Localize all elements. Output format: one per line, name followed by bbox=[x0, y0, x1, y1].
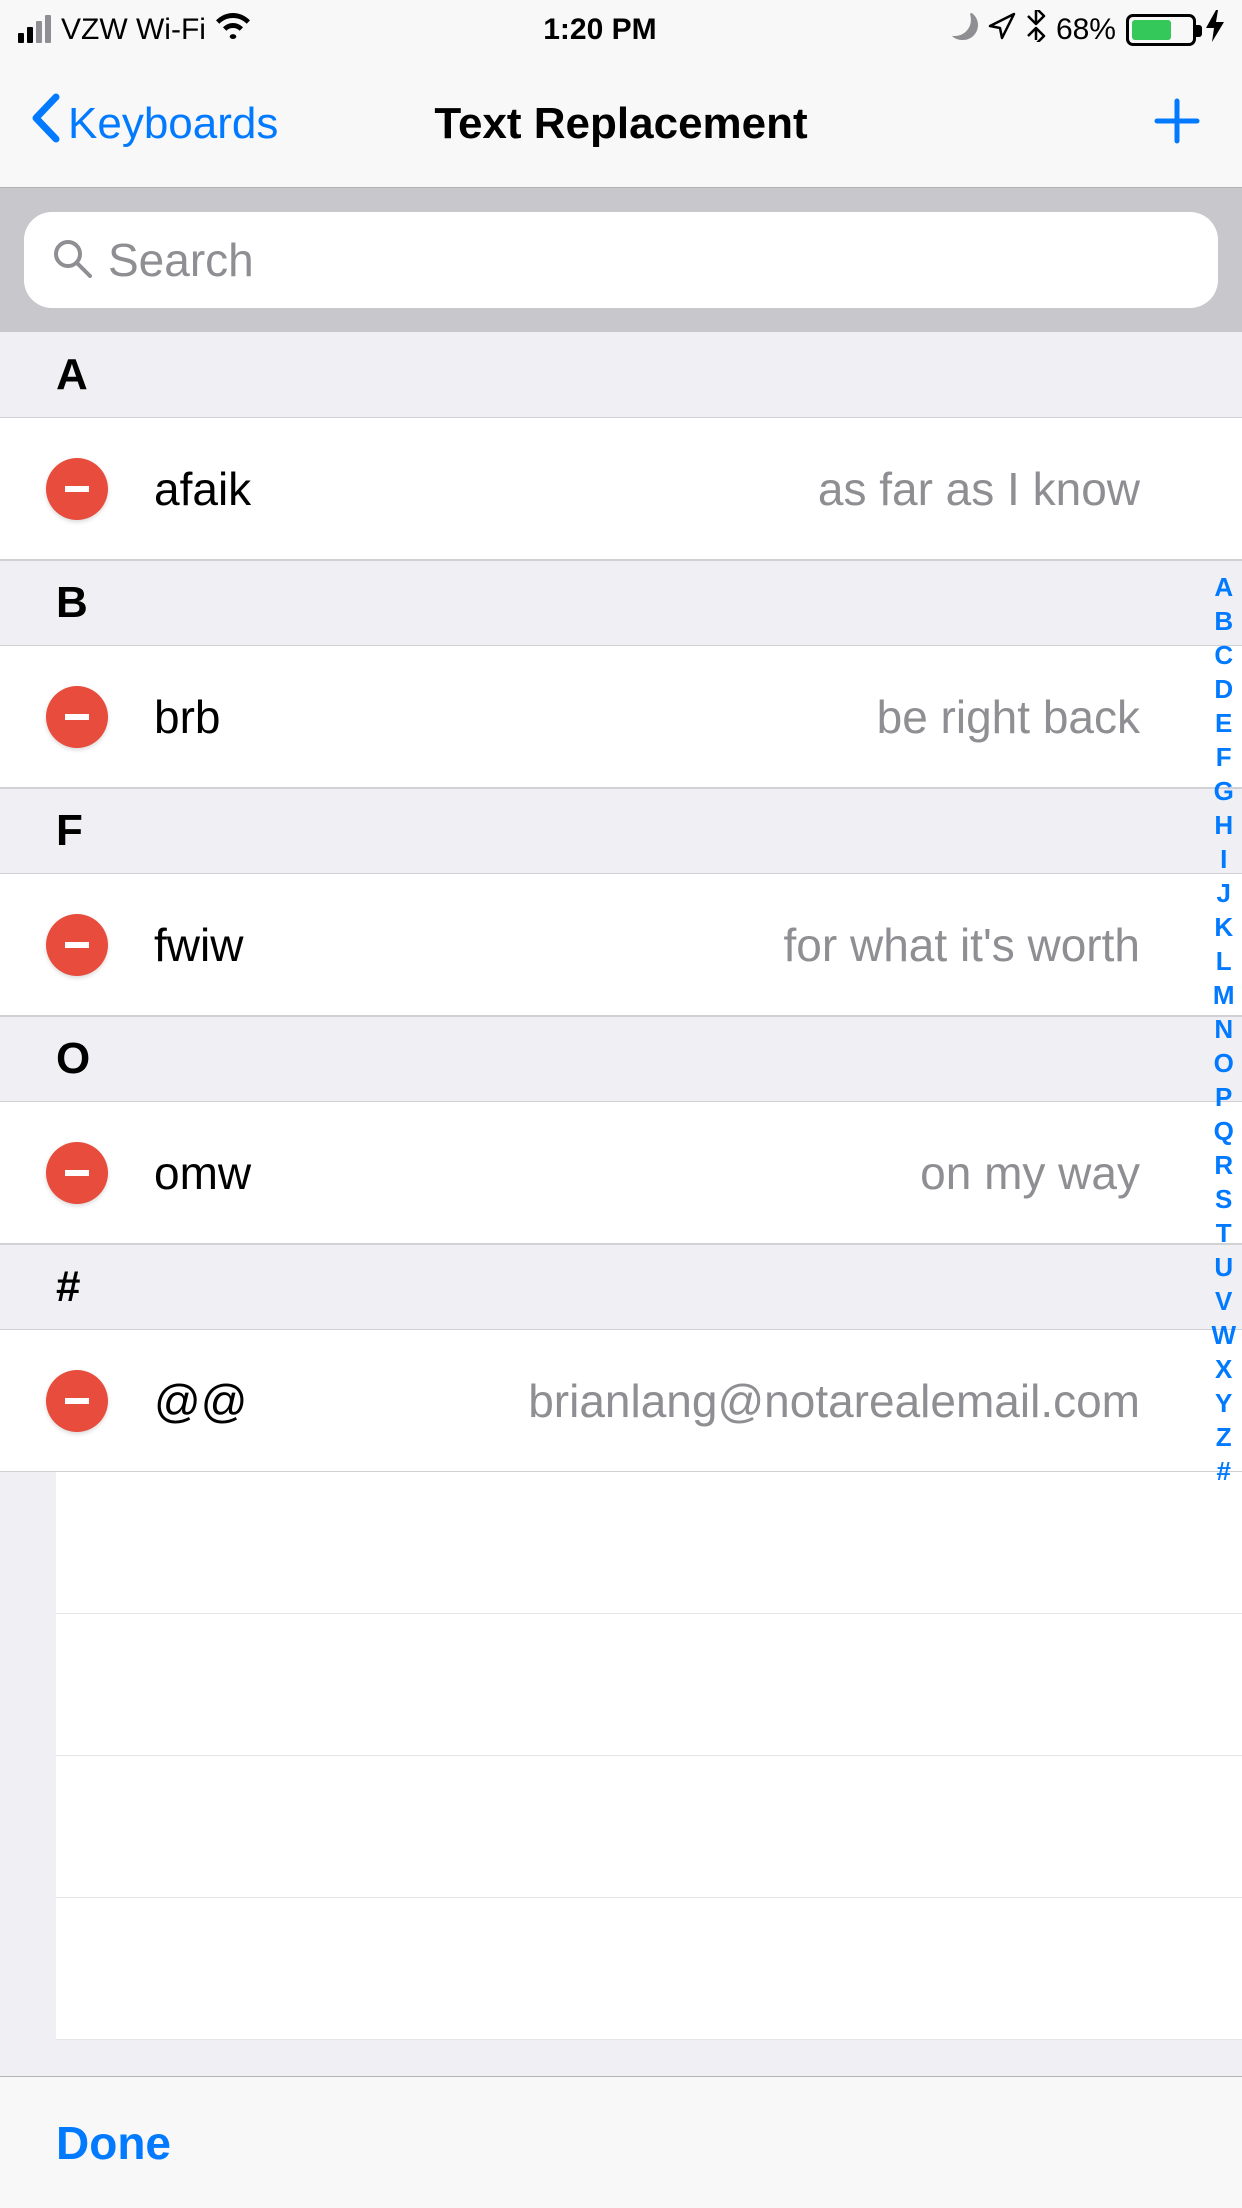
charging-icon bbox=[1206, 10, 1224, 50]
index-letter[interactable]: K bbox=[1214, 912, 1233, 946]
phrase-text: for what it's worth bbox=[784, 918, 1186, 972]
done-button[interactable]: Done bbox=[56, 2116, 171, 2170]
index-letter[interactable]: O bbox=[1214, 1048, 1234, 1082]
plus-icon bbox=[1152, 96, 1202, 146]
back-button[interactable]: Keyboards bbox=[30, 93, 278, 154]
section-header: A bbox=[0, 332, 1242, 418]
blank-row bbox=[56, 1614, 1242, 1756]
table-row[interactable]: omw on my way bbox=[0, 1102, 1242, 1244]
index-letter[interactable]: R bbox=[1214, 1150, 1233, 1184]
empty-rows bbox=[0, 1472, 1242, 2040]
bluetooth-icon bbox=[1026, 10, 1046, 50]
delete-button[interactable] bbox=[46, 686, 108, 748]
section-header: B bbox=[0, 560, 1242, 646]
index-letter[interactable]: Y bbox=[1215, 1388, 1232, 1422]
status-left: VZW Wi-Fi bbox=[18, 13, 250, 47]
do-not-disturb-icon bbox=[950, 12, 978, 48]
status-right: 68% bbox=[950, 10, 1224, 50]
minus-icon bbox=[59, 927, 95, 963]
bottom-toolbar: Done bbox=[0, 2076, 1242, 2208]
search-field[interactable] bbox=[24, 212, 1218, 308]
shortcut-text: @@ bbox=[154, 1374, 247, 1428]
clock: 1:20 PM bbox=[543, 13, 656, 47]
delete-button[interactable] bbox=[46, 1142, 108, 1204]
search-input[interactable] bbox=[108, 233, 1190, 287]
nav-bar: Keyboards Text Replacement bbox=[0, 60, 1242, 188]
minus-icon bbox=[59, 699, 95, 735]
section-key: F bbox=[56, 806, 83, 856]
section-header: F bbox=[0, 788, 1242, 874]
shortcut-text: brb bbox=[154, 690, 220, 744]
phrase-text: be right back bbox=[877, 690, 1186, 744]
section-header: O bbox=[0, 1016, 1242, 1102]
section-key: B bbox=[56, 578, 88, 628]
carrier-label: VZW Wi-Fi bbox=[61, 13, 206, 47]
index-letter[interactable]: N bbox=[1214, 1014, 1233, 1048]
index-letter[interactable]: A bbox=[1214, 572, 1233, 606]
signal-icon bbox=[18, 17, 51, 43]
index-letter[interactable]: C bbox=[1214, 640, 1233, 674]
blank-row bbox=[56, 1472, 1242, 1614]
battery-icon bbox=[1126, 14, 1196, 46]
replacements-table: A afaik as far as I know B brb be right … bbox=[0, 332, 1242, 2040]
minus-icon bbox=[59, 1383, 95, 1419]
index-letter[interactable]: G bbox=[1214, 776, 1234, 810]
index-letter[interactable]: V bbox=[1215, 1286, 1232, 1320]
index-letter[interactable]: L bbox=[1216, 946, 1232, 980]
delete-button[interactable] bbox=[46, 1370, 108, 1432]
back-label: Keyboards bbox=[68, 99, 278, 149]
index-letter[interactable]: Q bbox=[1214, 1116, 1234, 1150]
index-letter[interactable]: J bbox=[1216, 878, 1230, 912]
section-key: O bbox=[56, 1034, 90, 1084]
index-letter[interactable]: B bbox=[1214, 606, 1233, 640]
section-key: A bbox=[56, 350, 88, 400]
add-button[interactable] bbox=[1152, 96, 1202, 151]
index-letter[interactable]: F bbox=[1216, 742, 1232, 776]
index-letter[interactable]: D bbox=[1214, 674, 1233, 708]
blank-row bbox=[56, 1756, 1242, 1898]
battery-fill bbox=[1132, 20, 1171, 40]
status-bar: VZW Wi-Fi 1:20 PM 68% bbox=[0, 0, 1242, 60]
chevron-left-icon bbox=[30, 93, 60, 154]
minus-icon bbox=[59, 1155, 95, 1191]
section-index[interactable]: A B C D E F G H I J K L M N O P Q R S T … bbox=[1211, 572, 1236, 1490]
location-icon bbox=[988, 12, 1016, 48]
index-letter[interactable]: M bbox=[1213, 980, 1235, 1014]
delete-button[interactable] bbox=[46, 458, 108, 520]
blank-row bbox=[56, 1898, 1242, 2040]
shortcut-text: omw bbox=[154, 1146, 251, 1200]
index-letter[interactable]: I bbox=[1220, 844, 1227, 878]
section-header: # bbox=[0, 1244, 1242, 1330]
search-bar bbox=[0, 188, 1242, 332]
minus-icon bbox=[59, 471, 95, 507]
index-letter[interactable]: # bbox=[1216, 1456, 1230, 1490]
index-letter[interactable]: U bbox=[1214, 1252, 1233, 1286]
shortcut-text: fwiw bbox=[154, 918, 243, 972]
shortcut-text: afaik bbox=[154, 462, 251, 516]
table-row[interactable]: brb be right back bbox=[0, 646, 1242, 788]
index-letter[interactable]: S bbox=[1215, 1184, 1232, 1218]
table-row[interactable]: @@ brianlang@notarealemail.com bbox=[0, 1330, 1242, 1472]
index-letter[interactable]: Z bbox=[1216, 1422, 1232, 1456]
index-letter[interactable]: P bbox=[1215, 1082, 1232, 1116]
section-key: # bbox=[56, 1262, 80, 1312]
index-letter[interactable]: E bbox=[1215, 708, 1232, 742]
phrase-text: as far as I know bbox=[818, 462, 1186, 516]
phrase-text: brianlang@notarealemail.com bbox=[528, 1374, 1186, 1428]
table-row[interactable]: fwiw for what it's worth bbox=[0, 874, 1242, 1016]
index-letter[interactable]: T bbox=[1216, 1218, 1232, 1252]
page-title: Text Replacement bbox=[434, 99, 807, 149]
search-icon bbox=[52, 238, 92, 283]
battery-percentage: 68% bbox=[1056, 13, 1116, 47]
wifi-icon bbox=[216, 13, 250, 47]
index-letter[interactable]: X bbox=[1215, 1354, 1232, 1388]
index-letter[interactable]: W bbox=[1211, 1320, 1236, 1354]
table-row[interactable]: afaik as far as I know bbox=[0, 418, 1242, 560]
index-letter[interactable]: H bbox=[1214, 810, 1233, 844]
phrase-text: on my way bbox=[920, 1146, 1186, 1200]
delete-button[interactable] bbox=[46, 914, 108, 976]
